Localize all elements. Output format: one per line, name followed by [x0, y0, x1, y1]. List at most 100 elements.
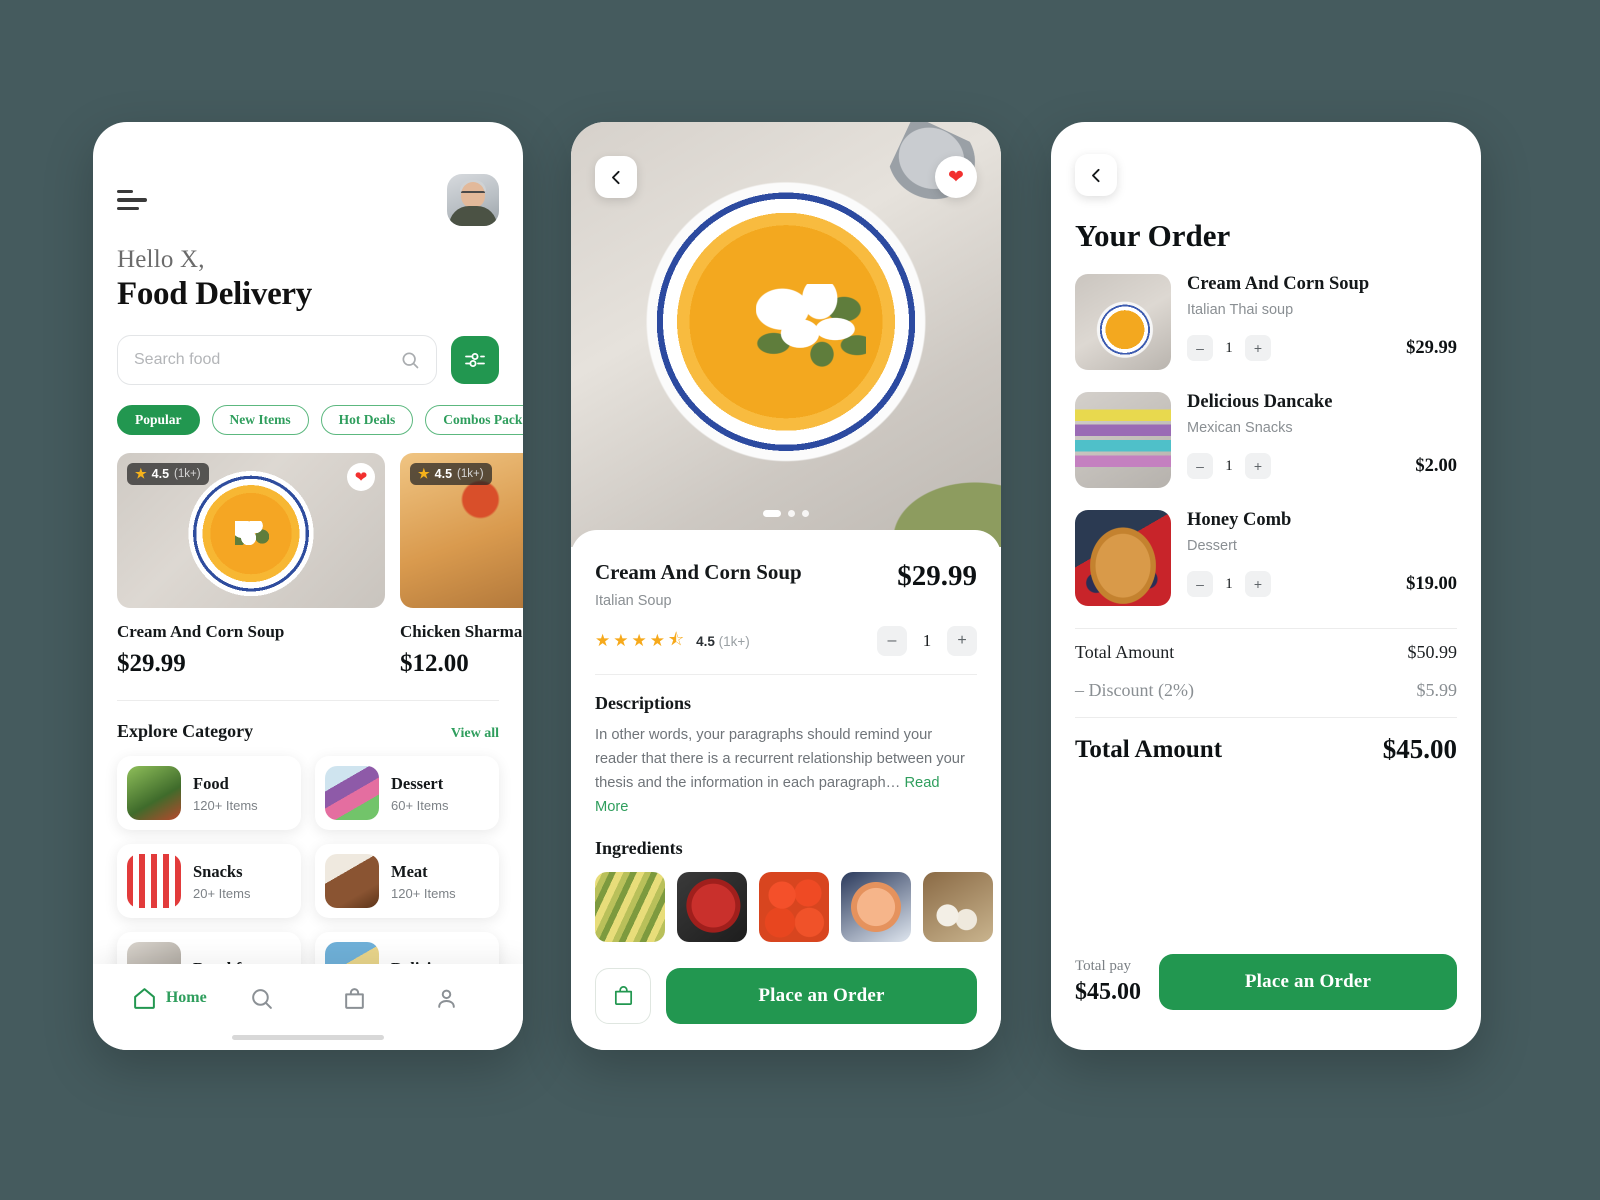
increase-quantity-button[interactable]: +: [947, 626, 977, 656]
category-thumb: [325, 766, 379, 820]
ingredient-corn[interactable]: [595, 871, 665, 942]
category-card-meat[interactable]: Meat 120+ Items: [315, 844, 499, 918]
order-page-title: Your Order: [1075, 218, 1231, 253]
search-icon: [402, 352, 419, 369]
tab-search[interactable]: [216, 986, 309, 1011]
quantity-stepper: – 1 +: [877, 626, 977, 656]
rating-badge: ★ 4.5 (1k+): [127, 463, 209, 485]
category-name: Meat: [391, 861, 428, 881]
avatar[interactable]: [447, 174, 499, 226]
increase-quantity-button[interactable]: +: [1245, 335, 1271, 361]
order-item-body: Cream And Corn Soup Italian Thai soup – …: [1187, 274, 1457, 361]
hamburger-line: [117, 189, 133, 194]
food-card[interactable]: ★ 4.5 (1k+) ❤ Cream And Corn Soup $29.99: [117, 453, 385, 678]
screenshot-canvas: Hello X, Food Delivery Popular: [0, 0, 1600, 1200]
detail-meta-row: ★ ★ ★ ★ ⯪ 4.5 (1k+) – 1 +: [595, 626, 977, 656]
hero-image: ❤: [571, 122, 1001, 547]
order-item-thumb: [1075, 510, 1171, 606]
ingredient-beef[interactable]: [677, 871, 747, 942]
view-all-link[interactable]: View all: [451, 726, 499, 742]
summary-value: $5.99: [1416, 680, 1458, 700]
order-item-thumb: [1075, 392, 1171, 488]
favorite-button[interactable]: ❤: [935, 156, 977, 198]
search-box[interactable]: [117, 335, 437, 385]
decrease-quantity-button[interactable]: –: [1187, 335, 1213, 361]
grand-total-label: Total Amount: [1075, 735, 1223, 763]
order-item-footer: – 1 + $19.00: [1187, 571, 1457, 597]
star-half-icon: ⯪: [668, 629, 685, 649]
food-price: $12.00: [400, 650, 469, 677]
carousel-dot[interactable]: [788, 510, 795, 517]
category-count: 60+ Items: [391, 797, 449, 813]
hamburger-line: [117, 198, 147, 202]
garnish-decoration: [755, 283, 866, 374]
tab-bag[interactable]: [308, 986, 401, 1011]
rating-badge: ★ 4.5 (1k+): [410, 463, 492, 485]
tab-home[interactable]: Home: [123, 986, 216, 1011]
grand-total-row: Total Amount $45.00: [1075, 718, 1457, 765]
ingredient-shrimp[interactable]: [841, 871, 911, 942]
favorite-button[interactable]: ❤: [347, 463, 375, 491]
ingredient-tomato[interactable]: [759, 871, 829, 942]
order-item-price: $19.00: [1406, 573, 1457, 594]
category-card-dessert[interactable]: Dessert 60+ Items: [315, 756, 499, 830]
star-icon: ★: [613, 631, 629, 650]
chip-hot-deals[interactable]: Hot Deals: [320, 405, 414, 435]
total-pay-value: $45.00: [1075, 979, 1141, 1005]
bag-icon: [344, 987, 364, 1009]
sliders-filter-icon: [465, 353, 485, 367]
page-title: Food Delivery: [117, 276, 312, 312]
filter-button[interactable]: [451, 336, 499, 384]
food-carousel: ★ 4.5 (1k+) ❤ Cream And Corn Soup $29.99: [117, 453, 523, 678]
quantity-stepper: – 1 +: [1187, 453, 1271, 479]
order-item-price: $29.99: [1406, 337, 1457, 358]
increase-quantity-button[interactable]: +: [1245, 453, 1271, 479]
hamburger-menu-icon[interactable]: [117, 189, 147, 211]
tab-profile[interactable]: [401, 986, 494, 1011]
food-card[interactable]: ★ 4.5 (1k+) Chicken Sharma $12.00: [400, 453, 523, 678]
quantity-stepper: – 1 +: [1187, 335, 1271, 361]
food-image-sharma: ★ 4.5 (1k+): [400, 453, 523, 608]
summary-value: $50.99: [1407, 642, 1458, 662]
decrease-quantity-button[interactable]: –: [1187, 453, 1213, 479]
phone-screen-order: Your Order Cream And Corn Soup Italian T…: [1051, 122, 1481, 1050]
greeting-text: Hello X,: [117, 246, 205, 273]
carousel-dot[interactable]: [802, 510, 809, 517]
chip-new-items[interactable]: New Items: [211, 405, 309, 435]
carousel-dot-active[interactable]: [763, 510, 781, 517]
chip-combos-pack[interactable]: Combos Pack: [425, 405, 523, 435]
food-image-soup: ★ 4.5 (1k+) ❤: [117, 453, 385, 608]
order-item-subtitle: Mexican Snacks: [1187, 420, 1293, 436]
chip-popular[interactable]: Popular: [117, 405, 200, 435]
category-card-snacks[interactable]: Snacks 20+ Items: [117, 844, 301, 918]
heart-icon: ❤: [948, 166, 964, 188]
ingredient-mushroom[interactable]: [923, 871, 993, 942]
food-name: Chicken Sharma: [400, 622, 523, 641]
decrease-quantity-button[interactable]: –: [877, 626, 907, 656]
read-link[interactable]: Read: [904, 775, 939, 791]
category-thumb: [325, 854, 379, 908]
add-to-bag-button[interactable]: [595, 967, 651, 1024]
more-link[interactable]: More: [595, 799, 628, 815]
rating-stars: ★ ★ ★ ★ ⯪ 4.5 (1k+): [595, 627, 750, 656]
decrease-quantity-button[interactable]: –: [1187, 571, 1213, 597]
order-item-price: $2.00: [1415, 455, 1457, 476]
filter-chips: Popular New Items Hot Deals Combos Pack: [117, 405, 523, 435]
star-icon: ★: [649, 631, 665, 650]
back-button[interactable]: [595, 156, 637, 198]
avatar-body: [449, 206, 497, 226]
chevron-left-icon: [1091, 168, 1100, 182]
back-button[interactable]: [1075, 154, 1117, 196]
rating-value: 4.5: [151, 467, 170, 481]
place-order-button[interactable]: Place an Order: [666, 967, 977, 1024]
category-card-food[interactable]: Food 120+ Items: [117, 756, 301, 830]
search-input[interactable]: [134, 351, 400, 369]
detail-action-bar: Place an Order: [595, 967, 977, 1024]
increase-quantity-button[interactable]: +: [1245, 571, 1271, 597]
person-icon: [438, 989, 456, 1008]
order-item-row: Delicious Dancake Mexican Snacks – 1 + $…: [1075, 392, 1457, 488]
carousel-dots[interactable]: [763, 510, 809, 517]
place-order-button[interactable]: Place an Order: [1159, 954, 1457, 1010]
explore-category-header: Explore Category View all: [117, 721, 499, 742]
detail-title-block: Cream And Corn Soup Italian Soup: [595, 560, 802, 609]
